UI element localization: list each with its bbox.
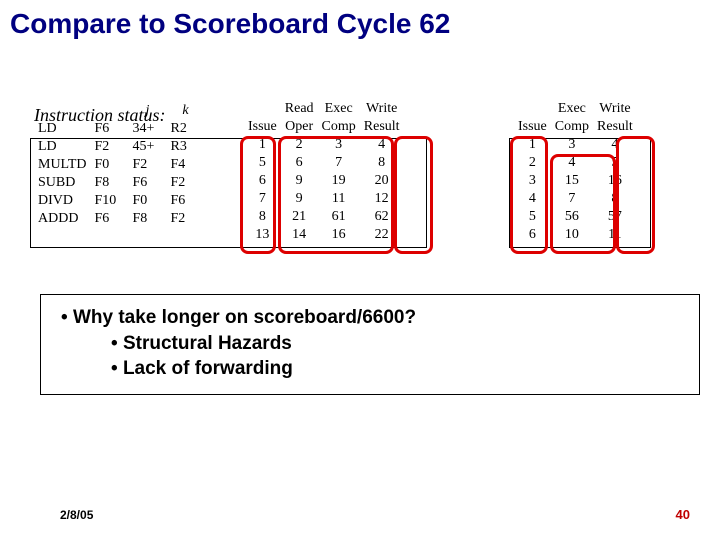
bullet-answer: • Structural Hazards xyxy=(111,331,685,357)
highlight-box xyxy=(394,136,433,254)
highlight-box xyxy=(240,136,276,254)
col-k: k xyxy=(182,103,188,118)
footer-page-number: 40 xyxy=(676,507,690,522)
bullet-answer: • Lack of forwarding xyxy=(111,356,685,382)
table-row: LDF634+R2 xyxy=(34,120,205,138)
highlight-box xyxy=(550,154,616,254)
bullets-box: • Why take longer on scoreboard/6600? • … xyxy=(40,294,700,395)
slide-title: Compare to Scoreboard Cycle 62 xyxy=(0,0,720,44)
bullet-question: • Why take longer on scoreboard/6600? xyxy=(61,305,685,331)
highlight-box xyxy=(278,136,394,254)
highlight-box xyxy=(510,136,548,254)
footer-date: 2/8/05 xyxy=(60,508,93,522)
highlight-box xyxy=(616,136,655,254)
col-j: j xyxy=(146,103,150,118)
